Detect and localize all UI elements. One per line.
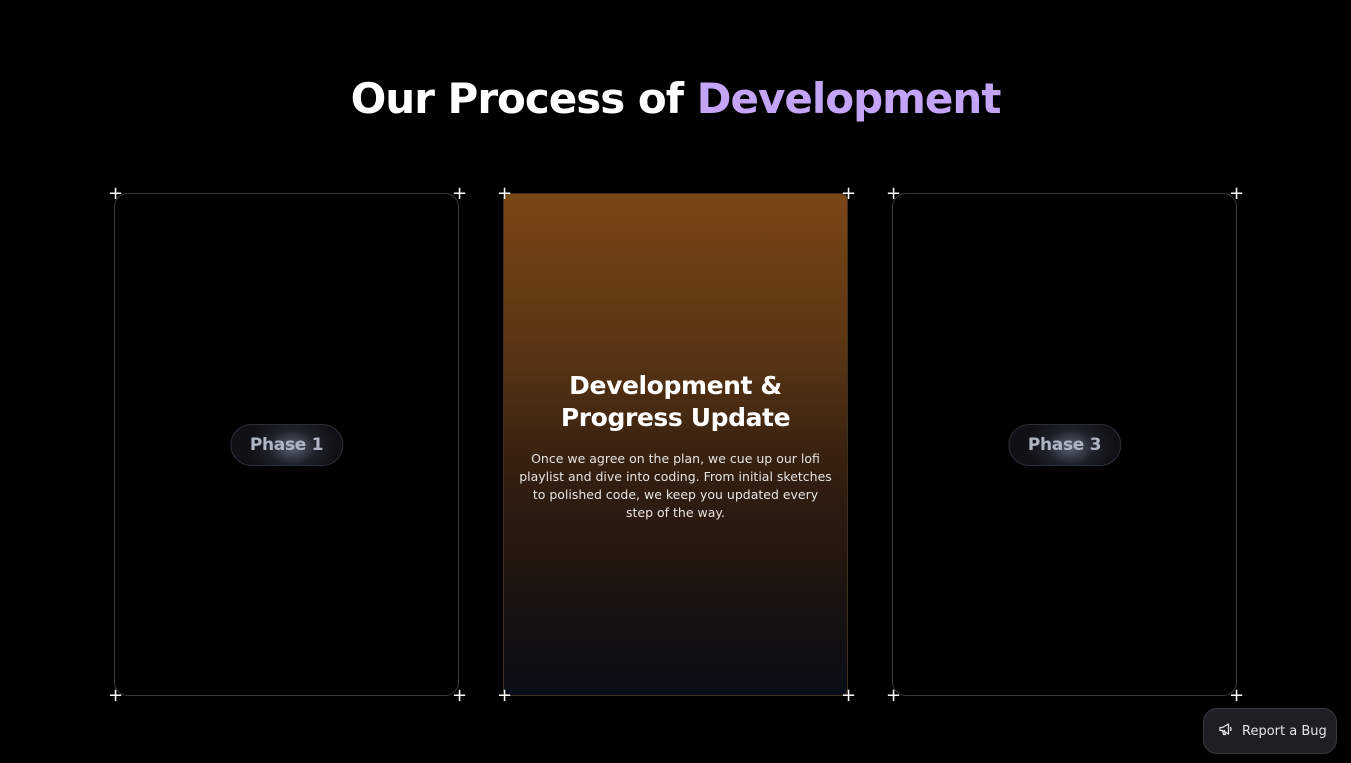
phase-1-pill: Phase 1 — [229, 424, 344, 466]
phase-2-title-line-2: Progress Update — [560, 403, 791, 432]
phase-2-description: Once we agree on the plan, we cue up our… — [519, 451, 832, 520]
corner-plus-icon: + — [1229, 183, 1245, 204]
corner-plus-icon: + — [1229, 685, 1245, 706]
heading-accent: Development — [696, 74, 1002, 123]
corner-plus-icon: + — [886, 685, 902, 706]
megaphone-icon — [1218, 721, 1234, 741]
corner-plus-icon: + — [452, 685, 468, 706]
phase-3-pill: Phase 3 — [1007, 424, 1122, 466]
phase-2-title: Development & Progress Update — [504, 370, 847, 434]
corner-plus-icon: + — [108, 685, 124, 706]
corner-plus-icon: + — [452, 183, 468, 204]
corner-plus-icon: + — [108, 183, 124, 204]
corner-plus-icon: + — [497, 183, 513, 204]
phase-card-1[interactable]: Phase 1 — [114, 193, 459, 696]
corner-plus-icon: + — [841, 685, 857, 706]
heading-prefix: Our Process of — [350, 74, 697, 123]
report-bug-label: Report a Bug — [1242, 723, 1327, 739]
phase-2-title-line-1: Development & — [569, 371, 782, 400]
page: Our Process of Development Phase 1 Devel… — [0, 0, 1351, 763]
report-bug-button[interactable]: Report a Bug — [1203, 708, 1337, 754]
corner-plus-icon: + — [841, 183, 857, 204]
phase-card-2[interactable]: Development & Progress Update Once we ag… — [503, 193, 848, 696]
corner-plus-icon: + — [886, 183, 902, 204]
phase-card-3[interactable]: Phase 3 — [892, 193, 1237, 696]
corner-plus-icon: + — [497, 685, 513, 706]
section-heading: Our Process of Development — [0, 72, 1351, 126]
